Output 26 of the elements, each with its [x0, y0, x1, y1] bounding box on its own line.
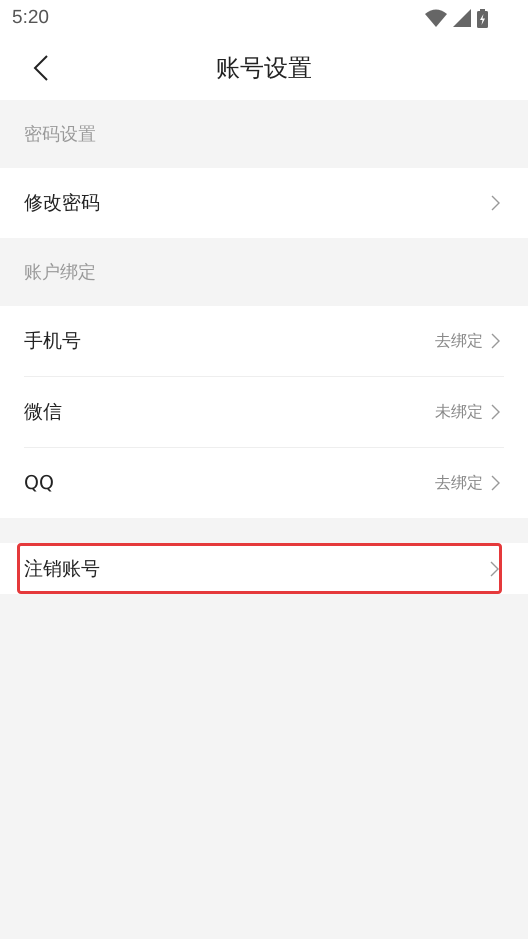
row-label: QQ	[24, 472, 54, 494]
status-time: 5:20	[12, 7, 49, 29]
row-label: 注销账号	[24, 556, 100, 582]
settings-row[interactable]: 微信 未绑定	[0, 377, 528, 447]
chevron-right-icon	[491, 404, 500, 420]
chevron-right-icon	[491, 333, 500, 349]
page-title: 账号设置	[216, 53, 312, 84]
wifi-icon	[425, 9, 447, 27]
row-label: 手机号	[24, 329, 81, 354]
settings-row[interactable]: 修改密码	[0, 168, 528, 238]
back-icon[interactable]	[33, 55, 49, 81]
row-label: 修改密码	[24, 191, 100, 216]
settings-row[interactable]: QQ 去绑定	[0, 448, 528, 518]
signal-icon	[453, 9, 471, 27]
chevron-right-icon	[491, 195, 500, 211]
chevron-right-icon	[490, 560, 499, 576]
highlighted-settings-row[interactable]: 注销账号	[17, 543, 502, 594]
row-value: 未绑定	[435, 402, 483, 422]
settings-row[interactable]: 手机号 去绑定	[0, 306, 528, 376]
battery-icon	[477, 8, 488, 28]
row-value: 去绑定	[435, 330, 483, 352]
chevron-right-icon	[491, 475, 500, 491]
section-header: 账户绑定	[24, 261, 96, 284]
row-label: 微信	[24, 400, 62, 425]
row-value: 去绑定	[435, 472, 483, 494]
section-header: 密码设置	[24, 123, 96, 146]
